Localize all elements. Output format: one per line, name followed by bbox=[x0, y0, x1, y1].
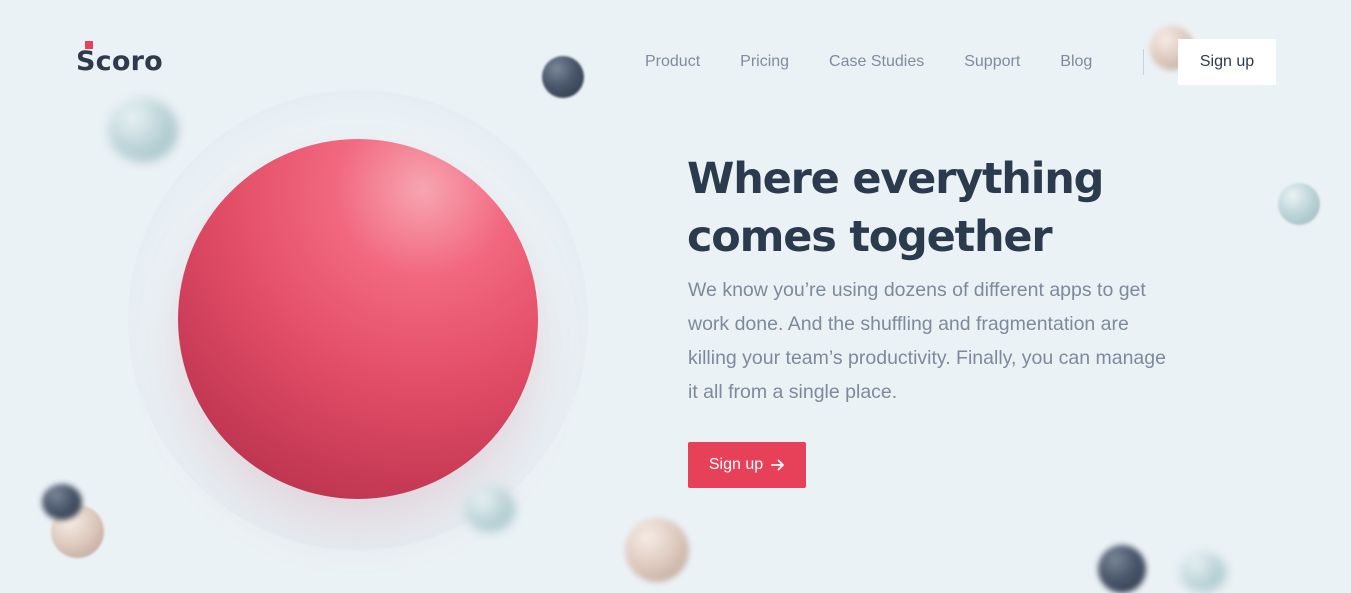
decorative-ball-teal-left bbox=[108, 98, 178, 162]
hero-headline-line2: comes together bbox=[687, 212, 1053, 262]
hero-headline: Where everything comes together bbox=[687, 150, 1207, 266]
hero-red-sphere bbox=[178, 139, 538, 499]
decorative-ball-teal-bottom-right bbox=[1180, 552, 1226, 592]
decorative-ball-navy-bottom-left bbox=[42, 484, 82, 520]
nav-link-case-studies[interactable]: Case Studies bbox=[829, 52, 924, 72]
decorative-ball-teal-bottom bbox=[465, 486, 515, 532]
nav-link-pricing[interactable]: Pricing bbox=[740, 52, 789, 72]
hero-signup-label: Sign up bbox=[708, 456, 764, 473]
hero-headline-line1: Where everything bbox=[687, 154, 1104, 204]
header-signup-button[interactable]: Sign up bbox=[1178, 39, 1276, 85]
nav-link-product[interactable]: Product bbox=[645, 52, 700, 72]
nav-divider bbox=[1143, 49, 1144, 75]
hero-signup-button[interactable]: Sign up bbox=[688, 442, 806, 488]
decorative-ball-navy-top bbox=[542, 56, 584, 98]
nav-link-blog[interactable]: Blog bbox=[1060, 52, 1092, 72]
decorative-ball-navy-bottom-right bbox=[1098, 545, 1146, 593]
logo-text: Scoro bbox=[76, 45, 163, 77]
decorative-ball-beige-bottom-center bbox=[625, 518, 689, 582]
scoro-logo[interactable]: Scoro bbox=[76, 41, 163, 77]
hero-description: We know you’re using dozens of different… bbox=[688, 279, 1166, 403]
arrow-right-icon bbox=[771, 459, 785, 471]
decorative-ball-teal-right bbox=[1278, 183, 1320, 225]
nav-link-support[interactable]: Support bbox=[964, 52, 1020, 72]
main-nav: Product Pricing Case Studies Support Blo… bbox=[645, 52, 1092, 72]
